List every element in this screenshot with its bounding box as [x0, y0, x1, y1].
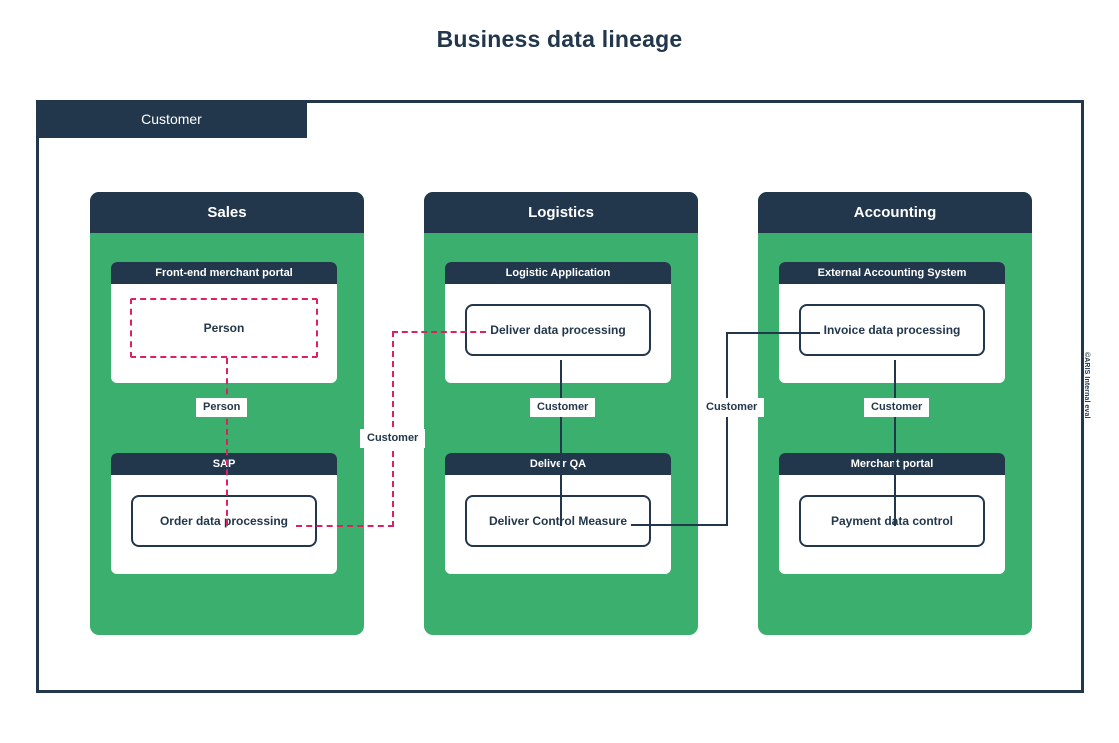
department-header: Sales	[90, 192, 364, 233]
edge-label-customer-logistics: Customer	[530, 398, 596, 417]
system-title: External Accounting System	[817, 267, 967, 279]
department-title: Logistics	[528, 204, 594, 221]
connector-invoice-to-payment	[894, 360, 896, 526]
edge-label-customer-logistics-accounting: Customer	[699, 398, 765, 417]
connector-control-measure-h1	[631, 524, 728, 526]
system-deliver-qa: Deliver QA Deliver Control Measure	[445, 453, 671, 574]
system-body: Deliver data processing	[445, 284, 671, 383]
department-title: Accounting	[853, 204, 937, 221]
system-header: External Accounting System	[779, 262, 1005, 284]
edge-label-text: Customer	[537, 401, 589, 413]
node-label: Payment data control	[830, 514, 954, 528]
system-body: Payment data control	[779, 475, 1005, 574]
node-label: Invoice data processing	[823, 323, 961, 337]
system-sap: SAP Order data processing	[111, 453, 337, 574]
department-header: Logistics	[424, 192, 698, 233]
watermark-text: ©ARIS Internal eval	[1083, 352, 1090, 419]
system-header: Logistic Application	[445, 262, 671, 284]
system-title: Deliver QA	[529, 458, 587, 470]
department-header: Accounting	[758, 192, 1032, 233]
system-merchant-portal: Merchant portal Payment data control	[779, 453, 1005, 574]
node-order-data-processing[interactable]: Order data processing	[131, 495, 317, 547]
node-label: Person	[203, 321, 245, 335]
edge-label-text: Person	[203, 401, 241, 413]
system-header: Front-end merchant portal	[111, 262, 337, 284]
pool-header-customer: Customer	[36, 100, 307, 138]
connector-control-measure-v	[726, 332, 728, 526]
system-title: Front-end merchant portal	[155, 267, 293, 279]
edge-label-text: Customer	[871, 401, 923, 413]
node-deliver-data-processing[interactable]: Deliver data processing	[465, 304, 651, 356]
department-title: Sales	[207, 204, 247, 221]
edge-label-customer-accounting: Customer	[864, 398, 930, 417]
edge-label-text: Customer	[706, 401, 758, 413]
system-title: SAP	[212, 458, 236, 470]
system-header: SAP	[111, 453, 337, 475]
connector-person-to-order-data-processing	[226, 358, 228, 526]
system-external-accounting-system: External Accounting System Invoice data …	[779, 262, 1005, 383]
node-payment-data-control[interactable]: Payment data control	[799, 495, 985, 547]
system-front-end-merchant-portal: Front-end merchant portal Person	[111, 262, 337, 383]
data-object-person[interactable]: Person	[130, 298, 318, 358]
system-title: Logistic Application	[505, 267, 611, 279]
system-title: Merchant portal	[850, 458, 934, 470]
node-label: Deliver Control Measure	[488, 514, 628, 528]
connector-order-to-deliver-h2	[392, 331, 486, 333]
system-header: Deliver QA	[445, 453, 671, 475]
edge-label-text: Customer	[367, 432, 419, 444]
connector-deliver-to-deliver-qa	[560, 360, 562, 526]
system-logistic-application: Logistic Application Deliver data proces…	[445, 262, 671, 383]
node-deliver-control-measure[interactable]: Deliver Control Measure	[465, 495, 651, 547]
connector-order-to-customer-h1	[296, 525, 394, 527]
node-invoice-data-processing[interactable]: Invoice data processing	[799, 304, 985, 356]
system-body: Person	[111, 284, 337, 383]
system-header: Merchant portal	[779, 453, 1005, 475]
pool-label: Customer	[141, 111, 202, 127]
edge-label-customer-sales-logistics: Customer	[360, 429, 426, 448]
node-label: Deliver data processing	[490, 323, 626, 337]
page-title: Business data lineage	[436, 26, 683, 52]
edge-label-person: Person	[196, 398, 248, 417]
node-label: Order data processing	[159, 514, 289, 528]
connector-control-measure-to-invoice-h2	[726, 332, 820, 334]
